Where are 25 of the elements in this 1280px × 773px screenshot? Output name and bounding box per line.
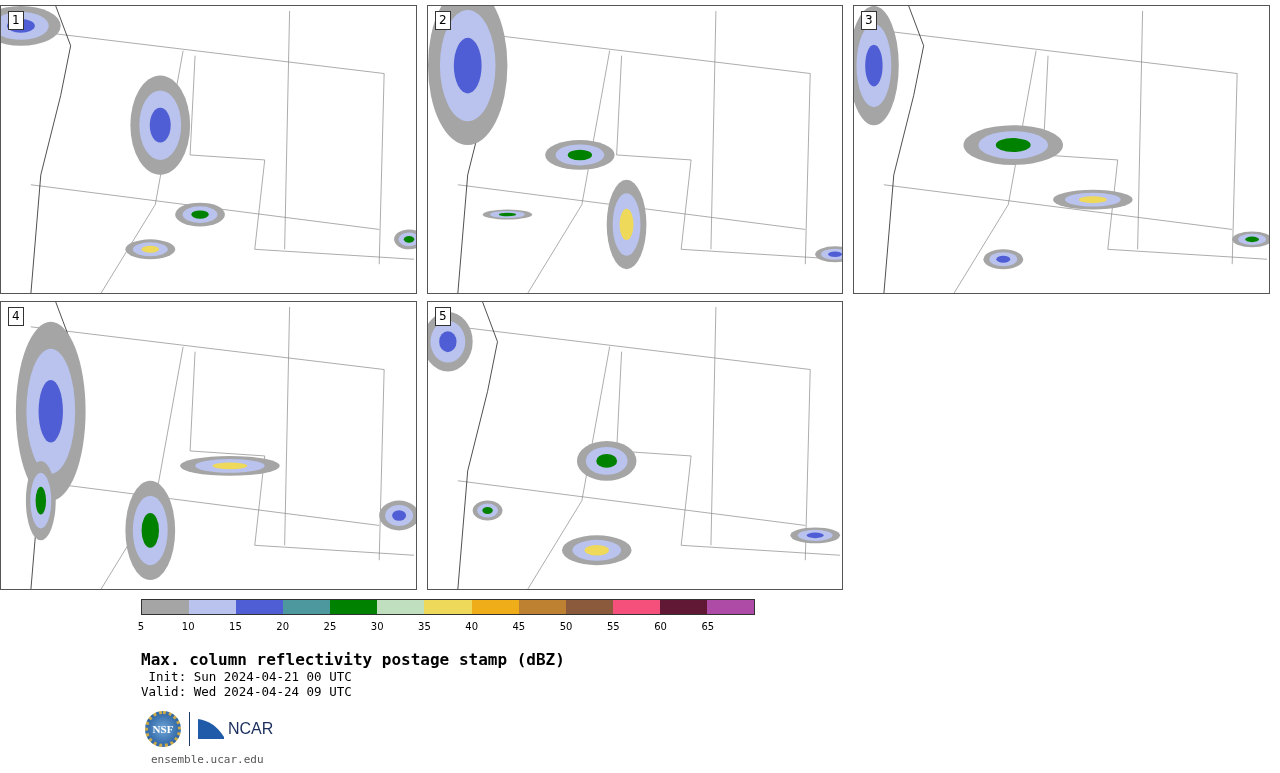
scale-label: 25 bbox=[323, 621, 337, 632]
swoosh-icon bbox=[198, 719, 224, 739]
scale-label: 45 bbox=[512, 621, 526, 632]
panel-number: 3 bbox=[861, 11, 877, 30]
scale-label: 60 bbox=[654, 621, 667, 632]
scale-label: 30 bbox=[370, 621, 384, 632]
scale-label: 35 bbox=[418, 621, 431, 632]
scale-label: 55 bbox=[607, 621, 620, 632]
scale-label: 20 bbox=[276, 621, 290, 632]
valid-time: Valid: Wed 2024-04-24 09 UTC bbox=[141, 684, 353, 699]
panel-number: 5 bbox=[435, 307, 451, 326]
panel-number: 2 bbox=[435, 11, 451, 30]
scale-label: 65 bbox=[701, 621, 715, 632]
scale-label: 10 bbox=[181, 621, 195, 632]
chart-title: Max. column reflectivity postage stamp (dBZ) bbox=[141, 650, 566, 669]
scale-label: 5 bbox=[137, 621, 145, 632]
scale-label: 50 bbox=[559, 621, 573, 632]
panel-number: 4 bbox=[8, 307, 24, 326]
panel-number: 1 bbox=[8, 11, 24, 30]
website-url: ensemble.ucar.edu bbox=[151, 753, 265, 766]
nsf-logo: NSF bbox=[145, 711, 181, 747]
init-time: Init: Sun 2024-04-21 00 UTC bbox=[147, 669, 353, 684]
scale-label: 15 bbox=[229, 621, 242, 632]
ncar-logo: NCAR bbox=[228, 720, 274, 738]
scale-label: 40 bbox=[465, 621, 478, 632]
